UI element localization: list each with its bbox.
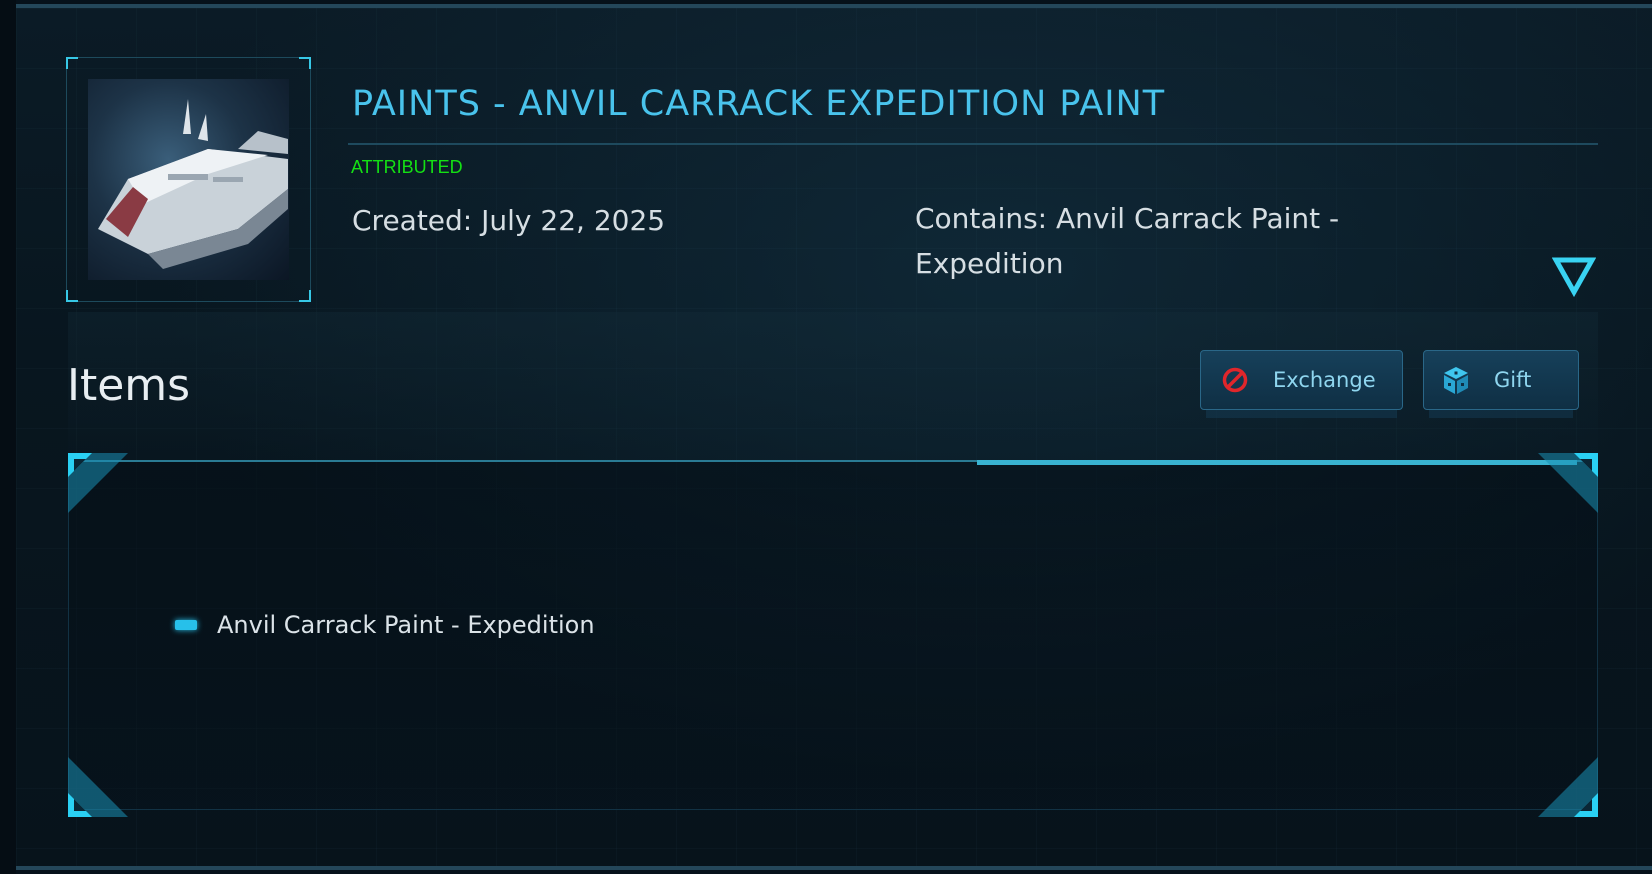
created-date: Created: July 22, 2025 (352, 204, 666, 237)
no-entry-icon (1221, 366, 1249, 394)
pledge-thumbnail-frame (66, 57, 311, 302)
left-edge-strip (0, 0, 16, 874)
items-panel: Anvil Carrack Paint - Expedition (68, 453, 1598, 817)
status-badge: ATTRIBUTED (351, 157, 463, 177)
pledge-title: PAINTS - ANVIL CARRACK EXPEDITION PAINT (352, 84, 1166, 124)
item-label: Anvil Carrack Paint - Expedition (217, 611, 595, 639)
frame-corner (299, 57, 311, 69)
frame-corner (66, 57, 78, 69)
gift-button[interactable]: Gift (1423, 350, 1579, 410)
dash-bullet-icon (175, 620, 197, 630)
exchange-button[interactable]: Exchange (1200, 350, 1403, 410)
panel-corner-top-left (68, 453, 128, 513)
frame-corner (299, 290, 311, 302)
panel-corner-top-right (1538, 453, 1598, 513)
gift-box-icon (1440, 364, 1472, 396)
ship-thumbnail (88, 79, 289, 280)
gift-label: Gift (1494, 368, 1532, 392)
panel-corner-bottom-right (1538, 757, 1598, 817)
list-item: Anvil Carrack Paint - Expedition (175, 611, 595, 639)
items-heading: Items (67, 360, 191, 411)
expand-toggle-button[interactable] (1551, 256, 1597, 298)
title-divider (348, 143, 1598, 145)
frame-corner (66, 290, 78, 302)
exchange-label: Exchange (1273, 368, 1376, 392)
panel-corner-bottom-left (68, 757, 128, 817)
ship-illustration (98, 99, 288, 269)
contains-summary: Contains: Anvil Carrack Paint - Expediti… (915, 202, 1340, 280)
triangle-down-icon (1551, 257, 1597, 298)
panel-top-accent (977, 460, 1577, 465)
